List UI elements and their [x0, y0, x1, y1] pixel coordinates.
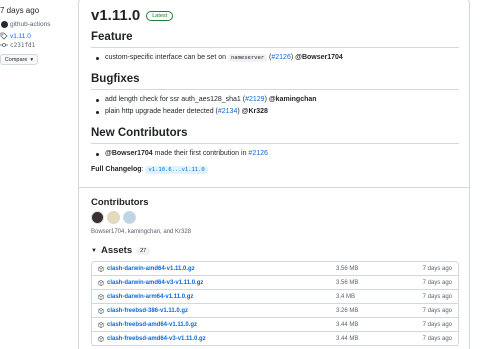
- contributors-names: Bowser1704, kamingchan, and Kr328: [91, 229, 192, 235]
- tag-icon: [0, 32, 8, 40]
- feature-heading: Feature: [91, 31, 133, 43]
- assets-list: clash-darwin-amd64-v1.11.0.gz 3.56 MB 7 da…: [91, 261, 459, 346]
- divider: [91, 47, 459, 48]
- list-item: custom-specific interface can be set on …: [91, 52, 343, 64]
- pr-link[interactable]: #2134: [218, 108, 237, 115]
- asset-date: 7 days ago: [422, 265, 452, 272]
- pr-link[interactable]: #2126: [248, 150, 267, 157]
- changelog-link[interactable]: v1.10.6...v1.11.0: [145, 166, 208, 174]
- asset-row: clash-freebsd-386-v1.11.0.gz 3.26 MB 7 day…: [92, 304, 458, 318]
- release-card: v1.11.0 Latest Feature custom-specific i…: [78, 0, 470, 349]
- asset-row: clash-darwin-amd64-v1.11.0.gz 3.56 MB 7 da…: [92, 262, 458, 276]
- asset-date: 7 days ago: [422, 293, 452, 300]
- asset-date: 7 days ago: [422, 335, 452, 342]
- avatar[interactable]: [91, 211, 104, 224]
- asset-date: 7 days ago: [422, 307, 452, 314]
- section-divider: [79, 187, 469, 188]
- avatar[interactable]: [107, 211, 120, 224]
- item-text: made their first contribution in: [154, 150, 247, 157]
- user-mention[interactable]: @Kr328: [242, 108, 268, 115]
- release-time-ago: 7 days ago: [0, 6, 40, 15]
- assets-title: Assets: [100, 245, 133, 256]
- tag-label[interactable]: v1.11.0: [10, 33, 31, 40]
- asset-size: 3.56 MB: [336, 279, 359, 286]
- release-sidebar: 7 days ago github-actions v1.11.0 c231fd…: [0, 0, 76, 349]
- asset-row: clash-freebsd-amd64-v1.11.0.gz 3.44 MB 7 d…: [92, 318, 458, 332]
- user-mention[interactable]: @kamingchan: [269, 96, 317, 103]
- github-actions-icon: [0, 20, 8, 28]
- release-commit[interactable]: c231fd1: [0, 41, 35, 49]
- asset-name[interactable]: clash-darwin-amd64-v1.11.0.gz: [107, 266, 195, 272]
- latest-badge: Latest: [146, 10, 174, 21]
- asset-row: clash-darwin-amd64-v3-v1.11.0.gz 3.56 MB 7…: [92, 276, 458, 290]
- release-header: v1.11.0 Latest: [91, 7, 174, 24]
- user-mention[interactable]: @Bowser1704: [105, 150, 153, 157]
- release-title[interactable]: v1.11.0: [91, 7, 140, 24]
- inline-code: nameserver: [227, 54, 268, 62]
- author-name[interactable]: github-actions: [10, 21, 50, 28]
- chevron-down-icon: ▾: [30, 56, 34, 63]
- package-icon: [98, 336, 104, 342]
- package-icon: [98, 266, 104, 272]
- compare-button[interactable]: Compare ▾: [0, 54, 38, 65]
- new-contributors-heading: New Contributors: [91, 127, 188, 139]
- asset-size: 3.4 MB: [336, 293, 356, 300]
- assets-count: 27: [136, 246, 151, 255]
- bugfixes-list: add length check for ssr auth_aes128_sha…: [91, 94, 317, 118]
- release-author[interactable]: github-actions: [0, 20, 50, 28]
- asset-name[interactable]: clash-freebsd-amd64-v1.11.0.gz: [107, 322, 197, 328]
- compare-label: Compare: [4, 56, 28, 63]
- item-text: plain http upgrade header detected: [105, 108, 214, 115]
- asset-size: 3.56 MB: [336, 265, 359, 272]
- release-tag[interactable]: v1.11.0: [0, 32, 31, 40]
- contributors-title: Contributors: [91, 197, 149, 208]
- assets-toggle[interactable]: ▼ Assets 27: [91, 245, 151, 256]
- feature-list: custom-specific interface can be set on …: [91, 52, 343, 64]
- asset-date: 7 days ago: [422, 279, 452, 286]
- commit-icon: [0, 41, 8, 49]
- pr-link[interactable]: #2126: [271, 54, 290, 61]
- item-text: custom-specific interface can be set on: [105, 54, 227, 61]
- divider: [91, 89, 459, 90]
- asset-row: clash-freebsd-amd64-v3-v1.11.0.gz 3.44 MB…: [92, 332, 458, 346]
- package-icon: [98, 294, 104, 300]
- list-item: add length check for ssr auth_aes128_sha…: [91, 94, 317, 106]
- package-icon: [98, 280, 104, 286]
- asset-name[interactable]: clash-darwin-arm64-v1.11.0.gz: [107, 294, 193, 300]
- bugfixes-heading: Bugfixes: [91, 73, 140, 85]
- commit-sha[interactable]: c231fd1: [10, 42, 35, 49]
- caret-down-icon: ▼: [91, 247, 97, 254]
- asset-name[interactable]: clash-darwin-amd64-v3-v1.11.0.gz: [107, 280, 203, 286]
- pr-link[interactable]: #2129: [245, 96, 264, 103]
- changelog-label: Full Changelog: [91, 166, 142, 173]
- asset-size: 3.44 MB: [336, 321, 359, 328]
- contributor-avatars: [91, 211, 136, 224]
- asset-size: 3.26 MB: [336, 307, 359, 314]
- package-icon: [98, 322, 104, 328]
- list-item: plain http upgrade header detected (#213…: [91, 106, 317, 118]
- user-mention[interactable]: @Bowser1704: [295, 54, 343, 61]
- new-contributors-list: @Bowser1704 made their first contributio…: [91, 148, 268, 160]
- list-item: @Bowser1704 made their first contributio…: [91, 148, 268, 160]
- avatar[interactable]: [123, 211, 136, 224]
- asset-name[interactable]: clash-freebsd-386-v1.11.0.gz: [107, 308, 188, 314]
- full-changelog: Full Changelog: v1.10.6...v1.11.0: [91, 166, 208, 174]
- item-text: add length check for ssr auth_aes128_sha…: [105, 96, 241, 103]
- package-icon: [98, 308, 104, 314]
- asset-name[interactable]: clash-freebsd-amd64-v3-v1.11.0.gz: [107, 336, 206, 342]
- asset-size: 3.44 MB: [336, 335, 359, 342]
- asset-row: clash-darwin-arm64-v1.11.0.gz 3.4 MB 7 day…: [92, 290, 458, 304]
- asset-date: 7 days ago: [422, 321, 452, 328]
- divider: [91, 143, 459, 144]
